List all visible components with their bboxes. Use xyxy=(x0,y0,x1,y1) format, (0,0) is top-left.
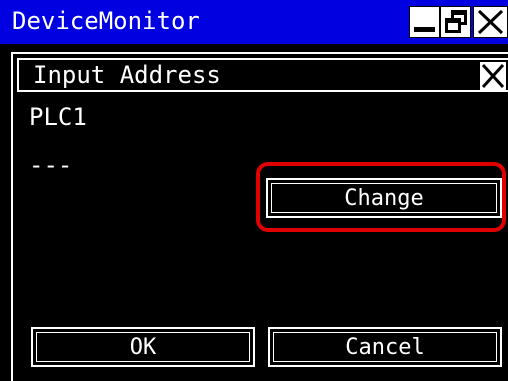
title-bar[interactable]: DeviceMonitor xyxy=(0,0,508,44)
ok-button[interactable]: OK xyxy=(31,327,255,367)
window-close-button[interactable] xyxy=(473,6,508,38)
device-name: PLC1 xyxy=(29,103,87,131)
minimize-button[interactable] xyxy=(409,6,440,38)
minimize-icon xyxy=(414,27,435,32)
ok-button-label: OK xyxy=(129,334,157,360)
close-icon xyxy=(477,9,504,35)
maximize-button[interactable] xyxy=(440,6,471,38)
change-highlight-callout xyxy=(256,162,506,232)
dialog-title: Input Address xyxy=(33,61,221,89)
cancel-button[interactable]: Cancel xyxy=(268,327,502,367)
close-icon xyxy=(481,63,505,89)
cancel-button-label: Cancel xyxy=(345,334,425,360)
dialog-header: Input Address xyxy=(17,58,508,92)
window-title: DeviceMonitor xyxy=(12,7,200,35)
device-monitor-window: DeviceMonitor Input Address PLC1 --- Cha… xyxy=(0,0,508,381)
dialog-close-button[interactable] xyxy=(480,62,506,90)
address-value: --- xyxy=(29,151,73,179)
